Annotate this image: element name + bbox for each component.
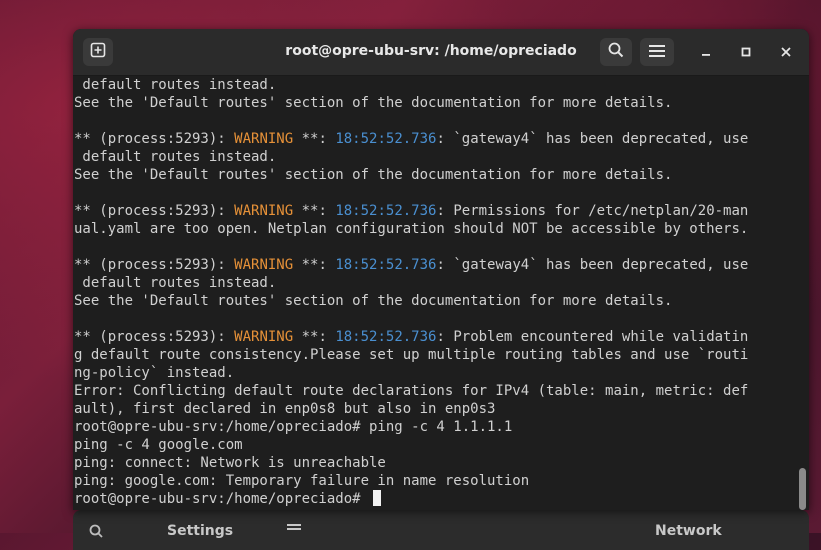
new-tab-icon bbox=[90, 42, 106, 62]
terminal-line: ng-policy` instead. bbox=[74, 364, 796, 382]
timestamp: 18:52:52.736 bbox=[335, 257, 437, 273]
terminal-text: ping: connect: Network is unreachable bbox=[74, 455, 386, 471]
terminal-line: ault), first declared in enp0s8 but also… bbox=[74, 400, 796, 418]
terminal-text: ** (process:5293): bbox=[74, 203, 235, 219]
maximize-icon bbox=[740, 43, 752, 62]
warning-label: WARNING bbox=[234, 131, 294, 147]
terminal-line: g default route consistency.Please set u… bbox=[74, 346, 796, 364]
search-icon bbox=[608, 42, 624, 62]
terminal-text: ** (process:5293): bbox=[74, 329, 235, 345]
terminal-line: See the 'Default routes' section of the … bbox=[74, 166, 796, 184]
terminal-text: See the 'Default routes' section of the … bbox=[74, 167, 673, 183]
terminal-text: : Problem encountered while validatin bbox=[436, 329, 749, 345]
terminal-text: See the 'Default routes' section of the … bbox=[74, 95, 673, 111]
warning-label: WARNING bbox=[234, 257, 294, 273]
terminal-text: Error: Conflicting default route declara… bbox=[74, 383, 749, 399]
terminal-line: ping -c 4 google.com bbox=[74, 436, 796, 454]
terminal-line: default routes instead. bbox=[74, 274, 796, 292]
terminal-line: ping: connect: Network is unreachable bbox=[74, 454, 796, 472]
warning-label: WARNING bbox=[234, 203, 294, 219]
scrollbar-thumb[interactable] bbox=[799, 468, 806, 510]
terminal-line: Error: Conflicting default route declara… bbox=[74, 382, 796, 400]
timestamp: 18:52:52.736 bbox=[335, 329, 437, 345]
hamburger-menu-icon bbox=[649, 43, 665, 62]
terminal-line: ping: google.com: Temporary failure in n… bbox=[74, 472, 796, 490]
minimize-icon bbox=[700, 43, 712, 62]
background-settings-window[interactable]: Settings Network bbox=[73, 510, 809, 550]
background-settings-title: Settings bbox=[167, 523, 234, 539]
text-cursor bbox=[373, 490, 382, 506]
maximize-button[interactable] bbox=[736, 42, 756, 62]
terminal-text: ** (process:5293): bbox=[74, 131, 235, 147]
terminal-text: **: bbox=[293, 131, 336, 147]
terminal-line: ** (process:5293): WARNING **: 18:52:52.… bbox=[74, 202, 796, 220]
warning-label: WARNING bbox=[234, 329, 294, 345]
terminal-output[interactable]: default routes instead. See the 'Default … bbox=[73, 76, 796, 510]
terminal-text: default routes instead. bbox=[74, 77, 277, 93]
terminal-text: **: bbox=[293, 257, 336, 273]
terminal-text: root@opre-ubu-srv:/home/opreciado# ping … bbox=[74, 419, 513, 435]
terminal-text: : `gateway4` has been deprecated, use bbox=[436, 131, 749, 147]
timestamp: 18:52:52.736 bbox=[335, 203, 437, 219]
background-menu-icon[interactable] bbox=[287, 523, 301, 539]
menu-button[interactable] bbox=[640, 38, 674, 66]
terminal-line: See the 'Default routes' section of the … bbox=[74, 292, 796, 310]
terminal-text: ping: google.com: Temporary failure in n… bbox=[74, 473, 530, 489]
terminal-text: default routes instead. bbox=[74, 275, 277, 291]
terminal-text: : Permissions for /etc/netplan/20-man bbox=[436, 203, 749, 219]
terminal-line: ** (process:5293): WARNING **: 18:52:52.… bbox=[74, 130, 796, 148]
minimize-button[interactable] bbox=[696, 42, 716, 62]
terminal-text: ** (process:5293): bbox=[74, 257, 235, 273]
terminal-text: ault), first declared in enp0s8 but also… bbox=[74, 401, 496, 417]
scrollbar[interactable] bbox=[796, 76, 809, 510]
terminal-window[interactable]: root@opre-ubu-srv: /home/opreciado defau… bbox=[73, 29, 809, 510]
timestamp: 18:52:52.736 bbox=[335, 131, 437, 147]
terminal-line: default routes instead. bbox=[74, 148, 796, 166]
terminal-text: **: bbox=[293, 203, 336, 219]
terminal-text: **: bbox=[293, 329, 336, 345]
terminal-text: ual.yaml are too open. Netplan configura… bbox=[74, 221, 749, 237]
close-icon bbox=[780, 43, 792, 62]
terminal-line: ** (process:5293): WARNING **: 18:52:52.… bbox=[74, 256, 796, 274]
terminal-text: ping -c 4 google.com bbox=[74, 437, 243, 453]
background-search-icon[interactable] bbox=[89, 524, 103, 542]
terminal-line: ual.yaml are too open. Netplan configura… bbox=[74, 220, 796, 238]
terminal-text: g default route consistency.Please set u… bbox=[74, 347, 749, 363]
window-title: root@opre-ubu-srv: /home/opreciado bbox=[285, 43, 577, 59]
search-button[interactable] bbox=[600, 38, 632, 66]
terminal-text: See the 'Default routes' section of the … bbox=[74, 293, 673, 309]
terminal-line: See the 'Default routes' section of the … bbox=[74, 94, 796, 112]
terminal-line: root@opre-ubu-srv:/home/opreciado# ping … bbox=[74, 418, 796, 436]
terminal-text: ng-policy` instead. bbox=[74, 365, 235, 381]
background-network-title: Network bbox=[655, 523, 722, 539]
close-button[interactable] bbox=[776, 42, 796, 62]
terminal-line: root@opre-ubu-srv:/home/opreciado# bbox=[74, 490, 796, 508]
terminal-line: default routes instead. bbox=[74, 76, 796, 94]
terminal-text: root@opre-ubu-srv:/home/opreciado# bbox=[74, 491, 370, 507]
terminal-text: default routes instead. bbox=[74, 149, 277, 165]
new-tab-button[interactable] bbox=[83, 38, 113, 66]
terminal-titlebar[interactable]: root@opre-ubu-srv: /home/opreciado bbox=[73, 29, 809, 76]
terminal-text: : `gateway4` has been deprecated, use bbox=[436, 257, 749, 273]
terminal-line: ** (process:5293): WARNING **: 18:52:52.… bbox=[74, 328, 796, 346]
